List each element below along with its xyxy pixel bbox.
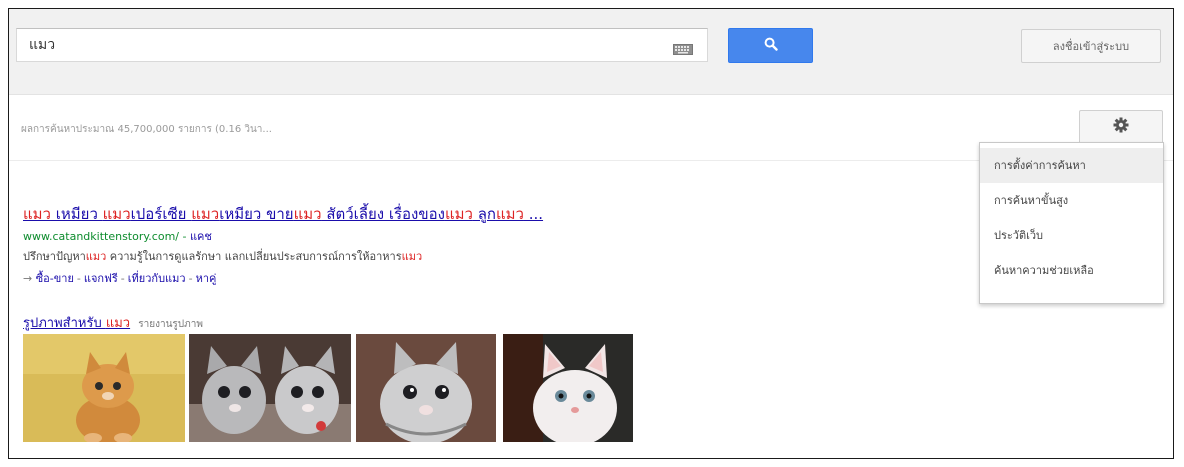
gear-icon bbox=[1113, 117, 1129, 137]
search-box[interactable] bbox=[16, 28, 708, 62]
title-part: แมว bbox=[495, 205, 524, 223]
kitten-thumbnail[interactable] bbox=[356, 334, 496, 442]
settings-menu-item[interactable]: การตั้งค่าการค้นหา bbox=[980, 148, 1163, 183]
cache-link[interactable]: แคช bbox=[190, 230, 212, 243]
image-results-link[interactable]: รูปภาพสำหรับ แมว bbox=[23, 316, 130, 331]
sitelinks: → ซื้อ-ขาย - แจกฟรี - เที่ยวกับแมว - หาคู่ bbox=[23, 269, 723, 287]
title-part: แมว bbox=[191, 205, 220, 223]
settings-menu-item[interactable]: การค้นหาขั้นสูง bbox=[980, 183, 1163, 218]
sitelink-separator: - bbox=[188, 272, 193, 285]
kitten-thumbnail[interactable] bbox=[503, 334, 633, 442]
settings-menu-item[interactable]: ค้นหาความช่วยเหลือ bbox=[980, 253, 1163, 288]
result-snippet: ปรึกษาปัญหาแมว ความรู้ในการดูแลรักษา แลก… bbox=[23, 247, 723, 265]
sitelink[interactable]: ซื้อ-ขาย bbox=[36, 272, 74, 285]
image-results: รูปภาพสำหรับ แมว รายงานรูปภาพ bbox=[23, 312, 633, 442]
title-part: ... bbox=[523, 205, 544, 223]
result-stats: ผลการค้นหาประมาณ 45,700,000 รายการ (0.16… bbox=[21, 124, 272, 135]
images-title-prefix: รูปภาพสำหรับ bbox=[23, 316, 106, 331]
settings-button[interactable] bbox=[1079, 110, 1163, 144]
snippet-part: แมว bbox=[85, 250, 107, 263]
sitelink[interactable]: เที่ยวกับแมว bbox=[128, 272, 186, 285]
settings-dropdown-menu: การตั้งค่าการค้นหา การค้นหาขั้นสูง ประวัติ… bbox=[979, 142, 1164, 304]
title-part: เหมียว bbox=[50, 205, 103, 223]
title-part: แมว bbox=[23, 205, 51, 223]
keyboard-icon[interactable] bbox=[673, 40, 693, 55]
title-part: เหมียว ขาย bbox=[219, 205, 294, 223]
title-part: เปอร์เซีย bbox=[130, 205, 192, 223]
image-results-title: รูปภาพสำหรับ แมว รายงานรูปภาพ bbox=[23, 312, 203, 333]
search-button[interactable] bbox=[728, 28, 813, 63]
snippet-part: แมว bbox=[401, 250, 423, 263]
images-title-query: แมว bbox=[105, 316, 131, 331]
sitelink[interactable]: แจกฟรี bbox=[84, 272, 118, 285]
result-url: www.catandkittenstory.com/ bbox=[23, 230, 179, 243]
sitelink-arrow: → bbox=[23, 272, 33, 285]
title-part: แมว bbox=[102, 205, 131, 223]
kitten-thumbnail[interactable] bbox=[23, 334, 185, 442]
title-part: ลูก bbox=[472, 205, 496, 223]
signin-button[interactable]: ลงชื่อเข้าสู่ระบบ bbox=[1021, 29, 1161, 63]
settings-menu-item[interactable]: ประวัติเว็บ bbox=[980, 218, 1163, 253]
title-part: สัตว์เลี้ยง เรื่องของ bbox=[321, 205, 445, 223]
snippet-part: ปรึกษาปัญหา bbox=[23, 250, 86, 263]
search-icon bbox=[764, 36, 778, 55]
sitelink-separator: - bbox=[76, 272, 81, 285]
report-images-link[interactable]: รายงานรูปภาพ bbox=[138, 319, 203, 330]
sitelink[interactable]: หาคู่ bbox=[196, 272, 217, 285]
search-header: ลงชื่อเข้าสู่ระบบ bbox=[9, 9, 1173, 95]
title-part: แมว bbox=[293, 205, 322, 223]
kitten-thumbnail[interactable] bbox=[189, 334, 351, 442]
search-input[interactable] bbox=[17, 29, 657, 61]
snippet-part: ความรู้ในการดูแลรักษา แลกเปลี่ยนประสบการ… bbox=[106, 250, 402, 263]
result-title-link[interactable]: แมว เหมียว แมวเปอร์เซีย แมวเหมียว ขายแมว… bbox=[23, 202, 723, 226]
title-part: แมว bbox=[444, 205, 473, 223]
signin-label: ลงชื่อเข้าสู่ระบบ bbox=[1052, 40, 1130, 53]
sitelink-separator: - bbox=[120, 272, 125, 285]
search-result: แมว เหมียว แมวเปอร์เซีย แมวเหมียว ขายแมว… bbox=[23, 202, 723, 287]
result-url-line: www.catandkittenstory.com/ - แคช bbox=[23, 227, 723, 245]
url-separator: - bbox=[182, 230, 190, 243]
browser-frame: ลงชื่อเข้าสู่ระบบ ผลการค้นหาประมาณ 45,70… bbox=[8, 8, 1174, 459]
